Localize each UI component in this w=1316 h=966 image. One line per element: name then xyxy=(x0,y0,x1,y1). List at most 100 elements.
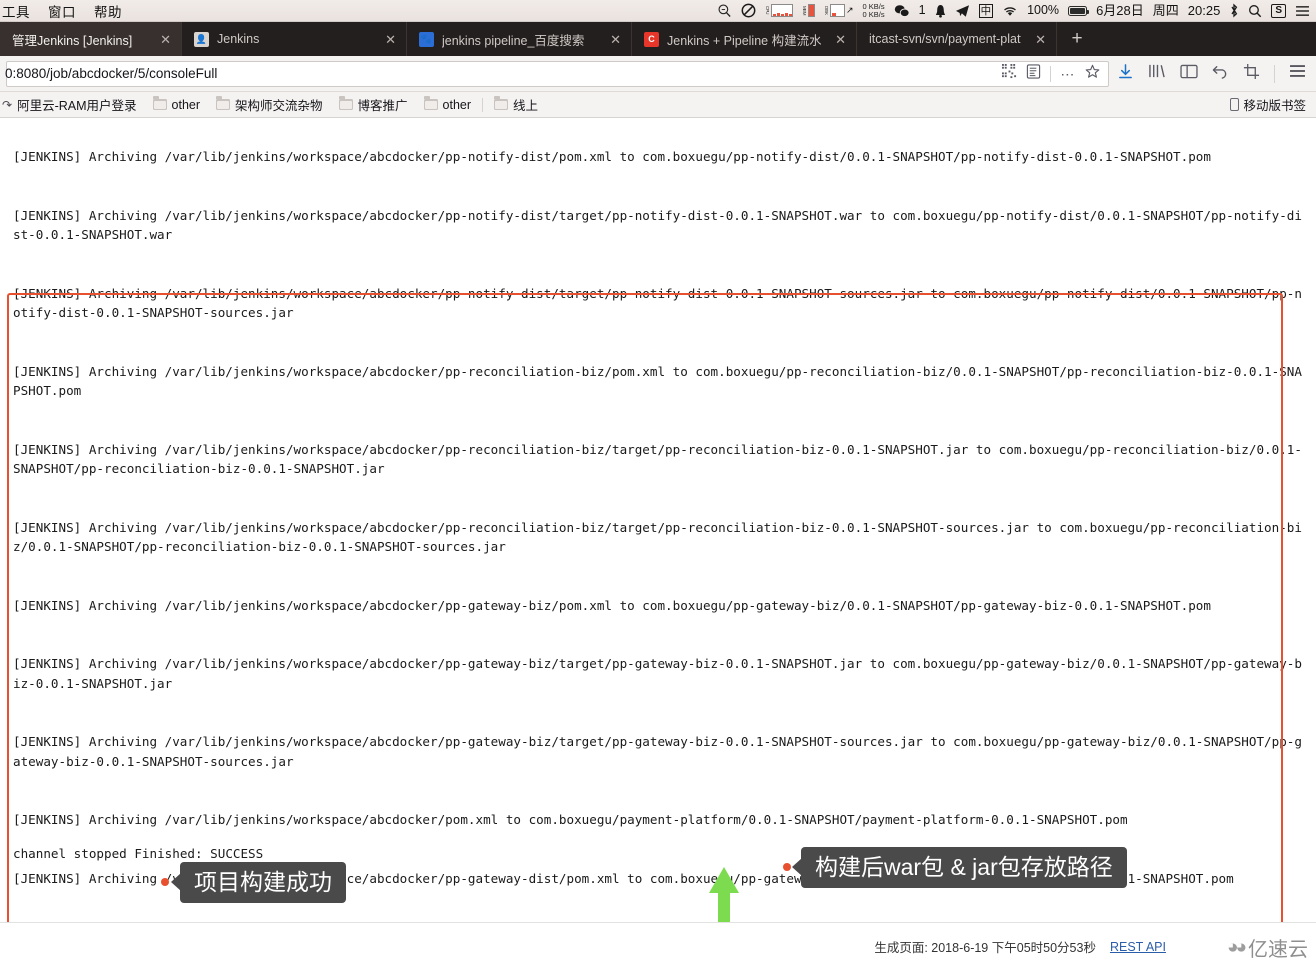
tab-title: Jenkins xyxy=(217,32,260,46)
watermark: ◕◕ 亿速云 xyxy=(1227,933,1308,962)
bookmarks-divider xyxy=(482,97,484,112)
console-output[interactable]: [JENKINS] Archiving /var/lib/jenkins/wor… xyxy=(0,118,1316,966)
cpu-monitor-icon[interactable]: CPU xyxy=(765,4,793,18)
bookmark-label: 架构师交流杂物 xyxy=(235,99,323,113)
os-menu-items: 工具 窗口 帮助 xyxy=(0,1,122,21)
notification-badge-count: 1 xyxy=(918,3,926,18)
bookmark-other-1[interactable]: other xyxy=(145,96,209,112)
mobile-bookmarks-item[interactable]: 移动版书签 xyxy=(1230,95,1310,114)
spotlight-search-icon[interactable] xyxy=(717,3,732,18)
evernote-icon[interactable]: S xyxy=(1271,3,1286,18)
bookmark-architect-misc[interactable]: 架构师交流杂物 xyxy=(208,95,331,114)
annotation-build-success: 项目构建成功 xyxy=(180,862,346,903)
baidu-favicon: 🐾 xyxy=(419,31,434,47)
annotation-artifact-path: 构建后war包 & jar包存放路径 xyxy=(801,847,1127,888)
browser-tab-0[interactable]: 管理Jenkins [Jenkins] ✕ xyxy=(0,22,182,56)
console-line: [JENKINS] Archiving /var/lib/jenkins/wor… xyxy=(13,149,1211,164)
console-line-finished-status: Finished: SUCCESS xyxy=(134,846,264,861)
rest-api-link[interactable]: REST API xyxy=(1110,940,1166,954)
sidebar-icon[interactable] xyxy=(1180,64,1198,84)
menu-item-help[interactable]: 帮助 xyxy=(94,1,122,21)
wifi-icon[interactable] xyxy=(1002,5,1018,17)
download-icon[interactable] xyxy=(1117,63,1134,85)
qr-code-icon[interactable] xyxy=(1002,63,1017,84)
disk-monitor-icon[interactable]: DISK ↗ xyxy=(824,4,854,18)
close-tab-icon[interactable]: ✕ xyxy=(604,33,621,46)
address-bar-icons: ⋯ xyxy=(1002,63,1104,84)
phone-icon xyxy=(1230,98,1240,111)
bookmark-star-icon[interactable] xyxy=(1085,64,1100,84)
network-speed-icon[interactable]: 0 KB/s 0 KB/s xyxy=(863,3,885,18)
tab-title: 管理Jenkins [Jenkins] xyxy=(12,33,133,48)
library-icon[interactable] xyxy=(1148,63,1166,84)
bookmark-label: 博客推广 xyxy=(357,99,408,113)
bluetooth-icon[interactable] xyxy=(1229,3,1239,18)
menu-item-tools[interactable]: 工具 xyxy=(2,1,30,21)
toolbar-divider xyxy=(1274,64,1275,83)
os-weekday-label: 周四 xyxy=(1152,3,1179,18)
notification-center-icon[interactable] xyxy=(1295,5,1310,17)
page-actions-ellipsis-icon[interactable]: ⋯ xyxy=(1060,67,1076,81)
folder-icon xyxy=(423,96,438,110)
bookmark-online[interactable]: 线上 xyxy=(486,95,546,114)
browser-actions xyxy=(1117,63,1310,85)
os-time-label: 20:25 xyxy=(1187,3,1221,18)
search-icon[interactable] xyxy=(1248,4,1262,18)
new-tab-button[interactable]: + xyxy=(1057,22,1097,56)
creative-cloud-icon[interactable] xyxy=(741,3,756,18)
reader-mode-icon[interactable] xyxy=(1026,63,1041,84)
bookmark-blog-promo[interactable]: 博客推广 xyxy=(331,95,416,114)
generated-timestamp: 生成页面: 2018-6-19 下午05时50分53秒 xyxy=(874,941,1096,955)
close-tab-icon[interactable]: ✕ xyxy=(829,33,846,46)
close-tab-icon[interactable]: ✕ xyxy=(1029,33,1046,46)
bookmark-other-2[interactable]: other xyxy=(416,96,480,112)
bookmark-aliyun[interactable]: ↷ 阿里云-RAM用户登录 xyxy=(0,95,145,114)
browser-tab-3[interactable]: C Jenkins + Pipeline 构建流水线发 ✕ xyxy=(632,22,857,56)
address-bar[interactable]: 0:8080/job/abcdocker/5/consoleFull ⋯ xyxy=(5,60,1109,87)
toolbar-divider xyxy=(1050,65,1052,82)
folder-icon xyxy=(494,96,509,110)
telegram-icon[interactable] xyxy=(955,4,970,18)
watermark-label: 亿速云 xyxy=(1248,939,1308,961)
os-menu-bar: 工具 窗口 帮助 CPU MEM DISK ↗ 0 KB/s0 KB/s 1 xyxy=(0,0,1316,22)
console-line: [JENKINS] Archiving /var/lib/jenkins/wor… xyxy=(13,441,1302,477)
browser-tab-4[interactable]: itcast-svn/svn/payment-platform/co ✕ xyxy=(857,22,1057,56)
jenkins-favicon: 👤 xyxy=(194,31,209,47)
bell-icon[interactable] xyxy=(935,4,946,18)
menu-item-window[interactable]: 窗口 xyxy=(48,1,76,21)
annotation-dot-right xyxy=(783,863,791,871)
memory-monitor-icon[interactable]: MEM xyxy=(802,4,815,18)
folder-icon xyxy=(338,96,353,110)
input-method-label: 中 xyxy=(978,3,994,18)
input-method-icon[interactable]: 中 xyxy=(978,3,994,18)
console-line: [JENKINS] Archiving /var/lib/jenkins/wor… xyxy=(13,812,1128,827)
browser-tab-2[interactable]: 🐾 jenkins pipeline_百度搜索 ✕ xyxy=(407,22,632,56)
console-tail: channel stopped Finished: SUCCESS xyxy=(13,844,263,864)
bookmark-label: 阿里云-RAM用户登录 xyxy=(17,99,137,113)
browser-tab-1[interactable]: 👤 Jenkins ✕ xyxy=(182,22,407,56)
bookmark-label: other xyxy=(442,97,472,112)
browser-tab-strip: 管理Jenkins [Jenkins] ✕ 👤 Jenkins ✕ 🐾 jenk… xyxy=(0,22,1316,56)
tab-title: jenkins pipeline_百度搜索 xyxy=(442,33,585,48)
hamburger-menu-icon[interactable] xyxy=(1289,64,1306,83)
bookmarks-bar: ↷ 阿里云-RAM用户登录 other 架构师交流杂物 博客推广 other 线… xyxy=(0,92,1316,118)
close-tab-icon[interactable]: ✕ xyxy=(154,33,171,46)
page-footer: 生成页面: 2018-6-19 下午05时50分53秒 REST API ◕◕ … xyxy=(0,922,1316,966)
console-line: [JENKINS] Archiving /var/lib/jenkins/wor… xyxy=(13,285,1302,321)
url-text[interactable]: 0:8080/job/abcdocker/5/consoleFull xyxy=(5,66,1002,81)
bookmark-label: 线上 xyxy=(513,99,539,113)
console-line: [JENKINS] Archiving /var/lib/jenkins/wor… xyxy=(13,734,1302,769)
annotation-dot-left xyxy=(161,878,169,886)
undo-icon[interactable] xyxy=(1212,63,1229,84)
wechat-icon[interactable] xyxy=(894,4,910,18)
tab-title: Jenkins + Pipeline 构建流水线发 xyxy=(667,33,822,48)
folder-icon xyxy=(152,96,167,110)
close-tab-icon[interactable]: ✕ xyxy=(379,33,396,46)
screenshot-icon[interactable] xyxy=(1243,63,1260,85)
battery-percent-label: 100% xyxy=(1027,3,1060,18)
battery-icon[interactable] xyxy=(1068,5,1090,16)
bookmark-label: other xyxy=(171,97,201,112)
console-line: [JENKINS] Archiving /var/lib/jenkins/wor… xyxy=(13,597,1211,613)
jenkins-console-page: [JENKINS] Archiving /var/lib/jenkins/wor… xyxy=(0,118,1316,966)
tab-title: itcast-svn/svn/payment-platform/co xyxy=(869,32,1021,46)
